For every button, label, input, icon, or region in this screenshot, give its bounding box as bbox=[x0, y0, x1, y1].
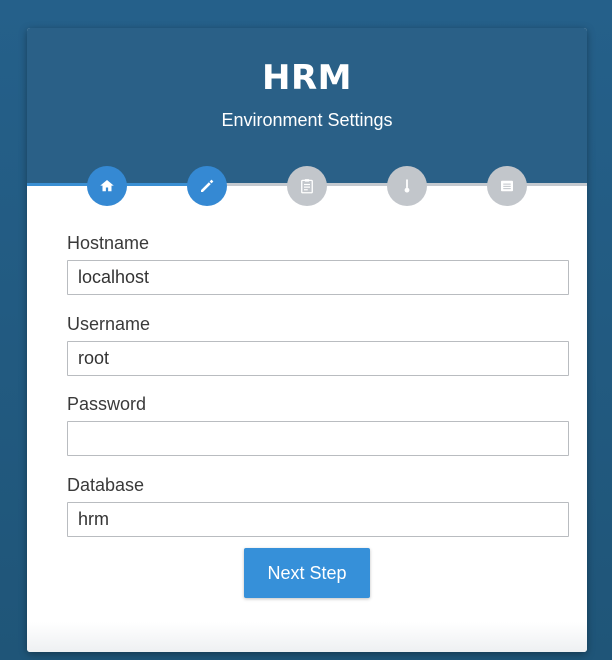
card-bottom-fade bbox=[27, 622, 587, 652]
step-home[interactable] bbox=[87, 166, 127, 206]
app-title: HRM bbox=[262, 58, 352, 98]
database-field[interactable] bbox=[67, 502, 569, 537]
card-header: HRM Environment Settings bbox=[27, 28, 587, 184]
step-edit[interactable] bbox=[187, 166, 227, 206]
clipboard-icon bbox=[301, 179, 313, 194]
thermometer-icon bbox=[404, 179, 410, 193]
pencil-icon bbox=[201, 179, 214, 192]
page-subtitle: Environment Settings bbox=[221, 110, 393, 130]
installer-card: HRM Environment Settings Hostname localh… bbox=[27, 28, 587, 652]
database-label: Database bbox=[67, 475, 145, 495]
password-label: Password bbox=[67, 394, 147, 414]
step-list[interactable] bbox=[487, 166, 527, 206]
list-icon bbox=[501, 180, 513, 192]
next-step-button[interactable]: Next Step bbox=[244, 548, 370, 598]
hostname-label: Hostname bbox=[67, 233, 150, 253]
username-field[interactable] bbox=[67, 341, 569, 376]
step-clipboard[interactable] bbox=[287, 166, 327, 206]
password-field[interactable] bbox=[67, 421, 569, 456]
step-thermometer[interactable] bbox=[387, 166, 427, 206]
hostname-field[interactable] bbox=[67, 260, 569, 295]
username-label: Username bbox=[67, 314, 151, 334]
home-icon bbox=[100, 180, 114, 192]
